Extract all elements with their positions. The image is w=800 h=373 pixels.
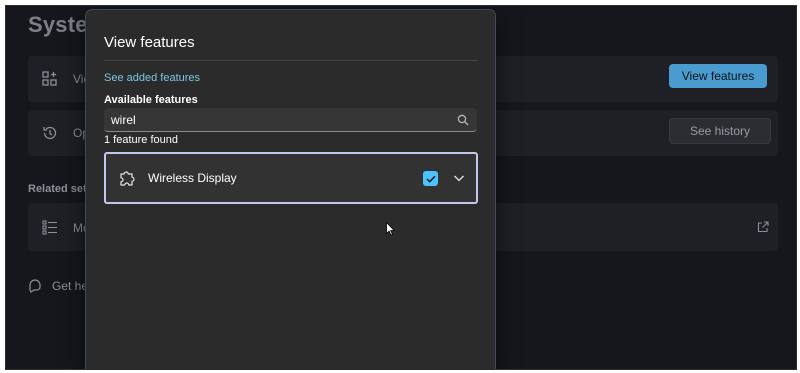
search-icon bbox=[457, 114, 469, 126]
feature-search-box[interactable] bbox=[104, 108, 477, 132]
feature-search-input[interactable] bbox=[111, 111, 451, 128]
checkmark-icon bbox=[425, 175, 436, 183]
view-features-dialog: View features See added features Availab… bbox=[85, 9, 496, 369]
see-added-features-link[interactable]: See added features bbox=[104, 72, 200, 84]
see-history-button[interactable]: See history bbox=[669, 118, 771, 144]
dialog-title: View features bbox=[104, 34, 195, 51]
puzzle-piece-icon bbox=[120, 171, 135, 186]
external-link-icon[interactable] bbox=[757, 221, 769, 236]
divider bbox=[104, 60, 478, 61]
settings-window: Syster Vie View features Op See history … bbox=[5, 5, 797, 370]
mouse-pointer-icon bbox=[386, 222, 395, 236]
feature-name: Wireless Display bbox=[148, 171, 237, 185]
chevron-down-icon[interactable] bbox=[453, 173, 465, 183]
result-count: 1 feature found bbox=[104, 134, 179, 146]
add-features-icon bbox=[42, 71, 58, 90]
related-settings-heading: Related sett bbox=[28, 183, 91, 195]
list-icon bbox=[42, 219, 58, 238]
feature-row-wireless-display[interactable]: Wireless Display bbox=[104, 152, 478, 204]
available-features-label: Available features bbox=[104, 94, 198, 106]
view-features-button[interactable]: View features bbox=[669, 64, 767, 88]
history-icon bbox=[42, 125, 58, 144]
help-icon bbox=[28, 279, 42, 296]
feature-checkbox[interactable] bbox=[423, 171, 438, 186]
